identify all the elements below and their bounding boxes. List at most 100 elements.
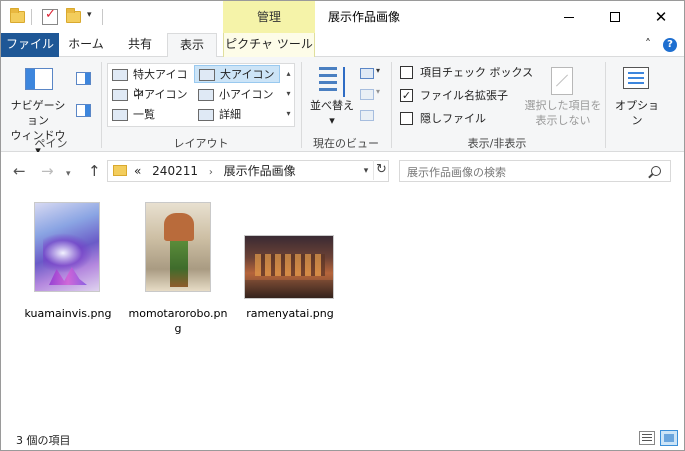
hide-selected-label: 選択した項目を 表示しない bbox=[523, 98, 603, 128]
recent-locations-button[interactable]: ▾ bbox=[66, 166, 71, 182]
tab-picture-tools[interactable]: ピクチャ ツール bbox=[223, 33, 315, 57]
collapse-ribbon-icon[interactable]: ˄ bbox=[645, 37, 651, 51]
refresh-icon[interactable]: ↻ bbox=[373, 160, 389, 180]
tab-share[interactable]: 共有 bbox=[113, 33, 167, 57]
file-name: ramenyatai.png bbox=[246, 307, 334, 320]
layout-list[interactable]: 一覧 bbox=[108, 106, 194, 124]
size-columns-button[interactable] bbox=[360, 108, 382, 124]
layout-item-label: 大アイコン bbox=[220, 68, 275, 81]
address-row: ← → ▾ ↑ « 240211 › 展示作品画像 ▾ ↻ 展示作品画像の検索 bbox=[1, 152, 684, 190]
pane-group-label: ペイン bbox=[34, 137, 68, 150]
add-columns-button[interactable]: ▾ bbox=[360, 87, 382, 103]
gallery-more-icon[interactable]: ▾ bbox=[283, 104, 294, 124]
hidden-items-toggle[interactable]: 隠しファイル bbox=[400, 111, 486, 127]
status-bar: 3 個の項目 bbox=[1, 426, 684, 450]
hide-selected-button[interactable]: 選択した項目を 表示しない bbox=[523, 64, 603, 130]
breadcrumb-overflow[interactable]: « bbox=[134, 164, 141, 178]
group-by-icon bbox=[360, 68, 374, 79]
tab-view[interactable]: 表示 bbox=[167, 33, 217, 58]
help-icon[interactable]: ? bbox=[663, 38, 677, 52]
hide-selected-label-line1: 選択した項目を bbox=[524, 99, 602, 112]
tab-home[interactable]: ホーム bbox=[59, 33, 113, 57]
up-button[interactable]: ↑ bbox=[88, 163, 101, 179]
minimize-icon bbox=[564, 16, 574, 18]
qa-customize-dropdown[interactable]: ▾ bbox=[87, 10, 92, 20]
folder-icon bbox=[10, 8, 25, 23]
image-thumbnail bbox=[244, 235, 334, 299]
file-name: momotarorobo.png bbox=[128, 307, 228, 335]
layout-gallery-scroll[interactable]: ▴ ▾ ▾ bbox=[283, 64, 294, 124]
maximize-icon bbox=[610, 12, 620, 22]
hide-selected-label-line2: 表示しない bbox=[535, 114, 591, 127]
forward-button[interactable]: → bbox=[41, 163, 54, 179]
details-pane-icon[interactable] bbox=[76, 104, 91, 117]
search-placeholder: 展示作品画像の検索 bbox=[407, 166, 506, 179]
layout-extra-large-icons[interactable]: 特大アイコン bbox=[108, 66, 194, 99]
show-hide-group-label: 表示/非表示 bbox=[467, 137, 527, 150]
breadcrumb-item[interactable]: 240211 bbox=[152, 164, 198, 178]
navigation-pane-button[interactable]: ナビゲーション ウィンドウ ▾ bbox=[7, 64, 69, 157]
hidden-items-label: 隠しファイル bbox=[420, 112, 486, 125]
layout-item-label: 小アイコン bbox=[219, 88, 274, 101]
folder-icon bbox=[113, 165, 127, 176]
sort-by-button[interactable]: 並べ替え ▾ bbox=[309, 64, 355, 130]
layout-details[interactable]: 詳細 bbox=[194, 106, 280, 124]
item-checkboxes-label: 項目チェック ボックス bbox=[420, 66, 534, 79]
qa-separator bbox=[102, 9, 103, 25]
navigation-pane-icon bbox=[25, 68, 53, 90]
address-dropdown-icon[interactable]: ▾ bbox=[359, 161, 373, 181]
list-icon bbox=[112, 109, 128, 121]
layout-small-icons[interactable]: 小アイコン bbox=[194, 86, 280, 104]
tab-file[interactable]: ファイル bbox=[1, 33, 59, 57]
file-extensions-checkbox[interactable]: ✓ bbox=[400, 89, 413, 102]
layout-medium-icons[interactable]: 中アイコン bbox=[108, 86, 194, 104]
sort-icon bbox=[319, 67, 345, 97]
details-view-icon[interactable] bbox=[639, 431, 655, 445]
add-columns-icon bbox=[360, 89, 374, 100]
small-icons-icon bbox=[198, 89, 214, 101]
back-button[interactable]: ← bbox=[13, 163, 26, 179]
qa-separator bbox=[31, 9, 32, 25]
breadcrumb-item[interactable]: 展示作品画像 bbox=[224, 164, 296, 178]
file-extensions-toggle[interactable]: ✓ ファイル名拡張子 bbox=[400, 88, 508, 104]
ribbon: ナビゲーション ウィンドウ ▾ ペイン 特大アイコン 大アイコン 中アイコン 小… bbox=[1, 57, 684, 157]
minimize-button[interactable] bbox=[546, 1, 592, 33]
current-view-group-label: 現在のビュー bbox=[313, 137, 379, 150]
scroll-up-icon[interactable]: ▴ bbox=[283, 64, 294, 84]
sort-by-text: 並べ替え bbox=[310, 99, 354, 112]
layout-item-label: 中アイコン bbox=[133, 88, 188, 101]
hidden-items-checkbox[interactable] bbox=[400, 112, 413, 125]
file-name: kuamainvis.png bbox=[24, 307, 112, 320]
image-thumbnail bbox=[34, 202, 100, 292]
search-input[interactable]: 展示作品画像の検索 bbox=[399, 160, 671, 182]
hide-selected-icon bbox=[551, 67, 573, 95]
breadcrumb: « 240211 › 展示作品画像 bbox=[134, 161, 303, 183]
options-button[interactable]: オプション bbox=[611, 64, 663, 130]
file-list: kuamainvis.png momotarorobo.png ramenyat… bbox=[1, 190, 684, 426]
item-checkboxes-checkbox[interactable] bbox=[400, 66, 413, 79]
properties-icon[interactable] bbox=[42, 7, 58, 25]
group-by-button[interactable]: ▾ bbox=[360, 66, 382, 82]
options-label: オプション bbox=[615, 99, 659, 127]
layout-item-label: 詳細 bbox=[219, 108, 241, 121]
close-button[interactable]: ✕ bbox=[638, 1, 684, 33]
size-columns-icon bbox=[360, 110, 374, 121]
maximize-button[interactable] bbox=[592, 1, 638, 33]
item-checkboxes-toggle[interactable]: 項目チェック ボックス bbox=[400, 65, 533, 81]
scroll-down-icon[interactable]: ▾ bbox=[283, 84, 294, 104]
layout-large-icons[interactable]: 大アイコン bbox=[194, 65, 280, 83]
preview-pane-icon[interactable] bbox=[76, 72, 91, 85]
new-folder-icon[interactable] bbox=[66, 8, 81, 26]
sort-dropdown-icon: ▾ bbox=[329, 114, 335, 127]
large-icons-view-icon[interactable] bbox=[660, 430, 678, 446]
qa-folder-icon[interactable] bbox=[10, 8, 25, 26]
group-separator bbox=[605, 62, 606, 148]
folder-icon bbox=[66, 8, 81, 23]
address-bar[interactable]: « 240211 › 展示作品画像 ▾ ↻ bbox=[107, 160, 389, 182]
search-icon[interactable] bbox=[651, 166, 661, 176]
sort-by-label: 並べ替え ▾ bbox=[309, 98, 355, 128]
layout-group-label: レイアウト bbox=[173, 137, 229, 150]
breadcrumb-separator[interactable]: › bbox=[209, 167, 213, 178]
group-by-dropdown-icon: ▾ bbox=[376, 66, 381, 75]
manage-context-tab[interactable]: 管理 bbox=[223, 1, 315, 33]
